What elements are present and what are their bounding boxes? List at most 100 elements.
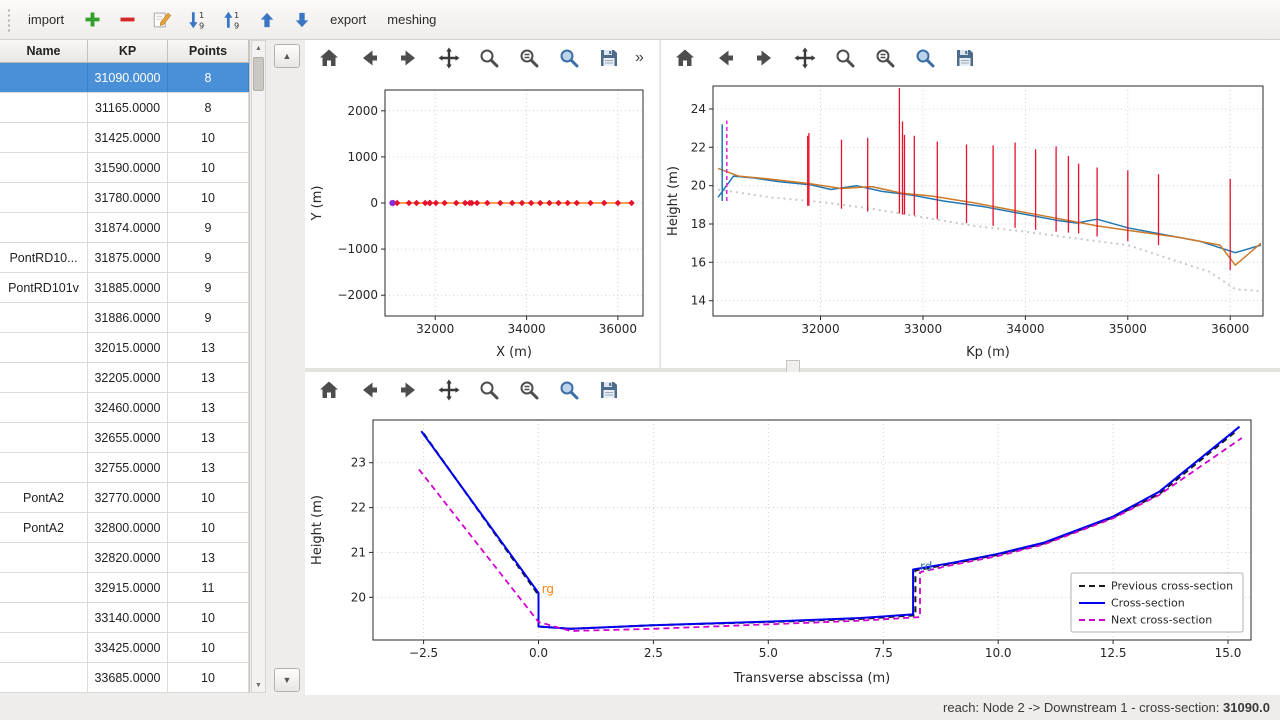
table-row[interactable]: 31780.000010: [0, 183, 249, 213]
table-row[interactable]: 31874.00009: [0, 213, 249, 243]
table-row[interactable]: PontA232770.000010: [0, 483, 249, 513]
table-cell-name[interactable]: [0, 543, 88, 572]
home-button[interactable]: [315, 376, 343, 404]
customize-button[interactable]: [555, 44, 583, 72]
table-cell-kp[interactable]: 33425.0000: [88, 633, 168, 662]
list-up-button[interactable]: ▲: [274, 44, 300, 68]
table-row[interactable]: 31425.000010: [0, 123, 249, 153]
table-cell-kp[interactable]: 32915.0000: [88, 573, 168, 602]
table-cell-points[interactable]: 11: [168, 573, 249, 602]
scrollbar-thumb[interactable]: [253, 57, 264, 91]
subplots-button[interactable]: [871, 44, 899, 72]
table-cell-points[interactable]: 10: [168, 603, 249, 632]
table-row[interactable]: 31165.00008: [0, 93, 249, 123]
table-cell-points[interactable]: 13: [168, 393, 249, 422]
subplots-button[interactable]: [515, 44, 543, 72]
table-cell-points[interactable]: 10: [168, 513, 249, 542]
table-row[interactable]: 31090.00008: [0, 63, 249, 93]
forward-button[interactable]: [395, 44, 423, 72]
table-cell-points[interactable]: 13: [168, 363, 249, 392]
table-cell-name[interactable]: [0, 393, 88, 422]
scrollbar-down-arrow-icon[interactable]: ▼: [252, 678, 265, 692]
table-cell-points[interactable]: 10: [168, 663, 249, 692]
pan-button[interactable]: [791, 44, 819, 72]
import-button[interactable]: import: [19, 7, 73, 32]
table-cell-points[interactable]: 10: [168, 123, 249, 152]
table-cell-kp[interactable]: 32800.0000: [88, 513, 168, 542]
table-cell-points[interactable]: 10: [168, 483, 249, 512]
table-cell-kp[interactable]: 32205.0000: [88, 363, 168, 392]
table-cell-points[interactable]: 8: [168, 63, 249, 92]
remove-cross-section-button[interactable]: [111, 5, 143, 35]
table-cell-kp[interactable]: 31885.0000: [88, 273, 168, 302]
table-cell-kp[interactable]: 31886.0000: [88, 303, 168, 332]
table-cell-points[interactable]: 9: [168, 273, 249, 302]
save-button[interactable]: [595, 376, 623, 404]
table-cell-kp[interactable]: 32015.0000: [88, 333, 168, 362]
table-cell-points[interactable]: 13: [168, 423, 249, 452]
table-cell-kp[interactable]: 32655.0000: [88, 423, 168, 452]
zoom-button[interactable]: [831, 44, 859, 72]
forward-button[interactable]: [751, 44, 779, 72]
table-cell-kp[interactable]: 31425.0000: [88, 123, 168, 152]
toolbar-overflow-chevron[interactable]: »: [635, 49, 644, 67]
table-row[interactable]: PontA232800.000010: [0, 513, 249, 543]
toolbar-grip[interactable]: [6, 8, 12, 32]
zoom-button[interactable]: [475, 376, 503, 404]
meshing-button[interactable]: meshing: [378, 7, 445, 32]
back-button[interactable]: [355, 44, 383, 72]
table-cell-kp[interactable]: 31165.0000: [88, 93, 168, 122]
customize-button[interactable]: [555, 376, 583, 404]
table-row[interactable]: 33685.000010: [0, 663, 249, 693]
forward-button[interactable]: [395, 376, 423, 404]
table-cell-kp[interactable]: 33140.0000: [88, 603, 168, 632]
pan-button[interactable]: [435, 376, 463, 404]
table-row[interactable]: 32755.000013: [0, 453, 249, 483]
table-cell-name[interactable]: [0, 303, 88, 332]
sort-descending-button[interactable]: [181, 5, 213, 35]
back-button[interactable]: [355, 376, 383, 404]
table-row[interactable]: PontRD101v31885.00009: [0, 273, 249, 303]
table-cell-name[interactable]: PontRD101v: [0, 273, 88, 302]
table-cell-name[interactable]: [0, 63, 88, 92]
subplots-button[interactable]: [515, 376, 543, 404]
table-cell-kp[interactable]: 32755.0000: [88, 453, 168, 482]
back-button[interactable]: [711, 44, 739, 72]
pan-button[interactable]: [435, 44, 463, 72]
table-cell-name[interactable]: [0, 633, 88, 662]
table-cell-points[interactable]: 13: [168, 453, 249, 482]
table-row[interactable]: 31886.00009: [0, 303, 249, 333]
table-row[interactable]: 32915.000011: [0, 573, 249, 603]
table-cell-name[interactable]: [0, 213, 88, 242]
table-header-points[interactable]: Points: [168, 40, 249, 62]
table-cell-points[interactable]: 13: [168, 333, 249, 362]
sort-ascending-button[interactable]: [216, 5, 248, 35]
table-cell-points[interactable]: 9: [168, 213, 249, 242]
home-button[interactable]: [671, 44, 699, 72]
table-row[interactable]: 32820.000013: [0, 543, 249, 573]
table-cell-points[interactable]: 10: [168, 153, 249, 182]
table-cell-name[interactable]: [0, 183, 88, 212]
table-cell-points[interactable]: 10: [168, 633, 249, 662]
table-row[interactable]: 32015.000013: [0, 333, 249, 363]
table-header-name[interactable]: Name: [0, 40, 88, 62]
table-cell-kp[interactable]: 31090.0000: [88, 63, 168, 92]
table-cell-name[interactable]: [0, 603, 88, 632]
scrollbar-up-arrow-icon[interactable]: ▲: [252, 41, 265, 55]
table-row[interactable]: 32655.000013: [0, 423, 249, 453]
home-button[interactable]: [315, 44, 343, 72]
table-row[interactable]: 33140.000010: [0, 603, 249, 633]
table-cell-name[interactable]: [0, 123, 88, 152]
plan-view-figure[interactable]: 320003400036000−2000−1000010002000X (m)Y…: [307, 76, 657, 364]
longitudinal-profile-figure[interactable]: 3200033000340003500036000141618202224Kp …: [663, 76, 1279, 364]
add-cross-section-button[interactable]: [76, 5, 108, 35]
customize-button[interactable]: [911, 44, 939, 72]
table-cell-name[interactable]: [0, 573, 88, 602]
table-row[interactable]: 32205.000013: [0, 363, 249, 393]
table-cell-kp[interactable]: 31590.0000: [88, 153, 168, 182]
table-row[interactable]: 32460.000013: [0, 393, 249, 423]
table-cell-name[interactable]: PontA2: [0, 483, 88, 512]
table-cell-points[interactable]: 13: [168, 543, 249, 572]
table-cell-name[interactable]: [0, 453, 88, 482]
table-cell-kp[interactable]: 31875.0000: [88, 243, 168, 272]
